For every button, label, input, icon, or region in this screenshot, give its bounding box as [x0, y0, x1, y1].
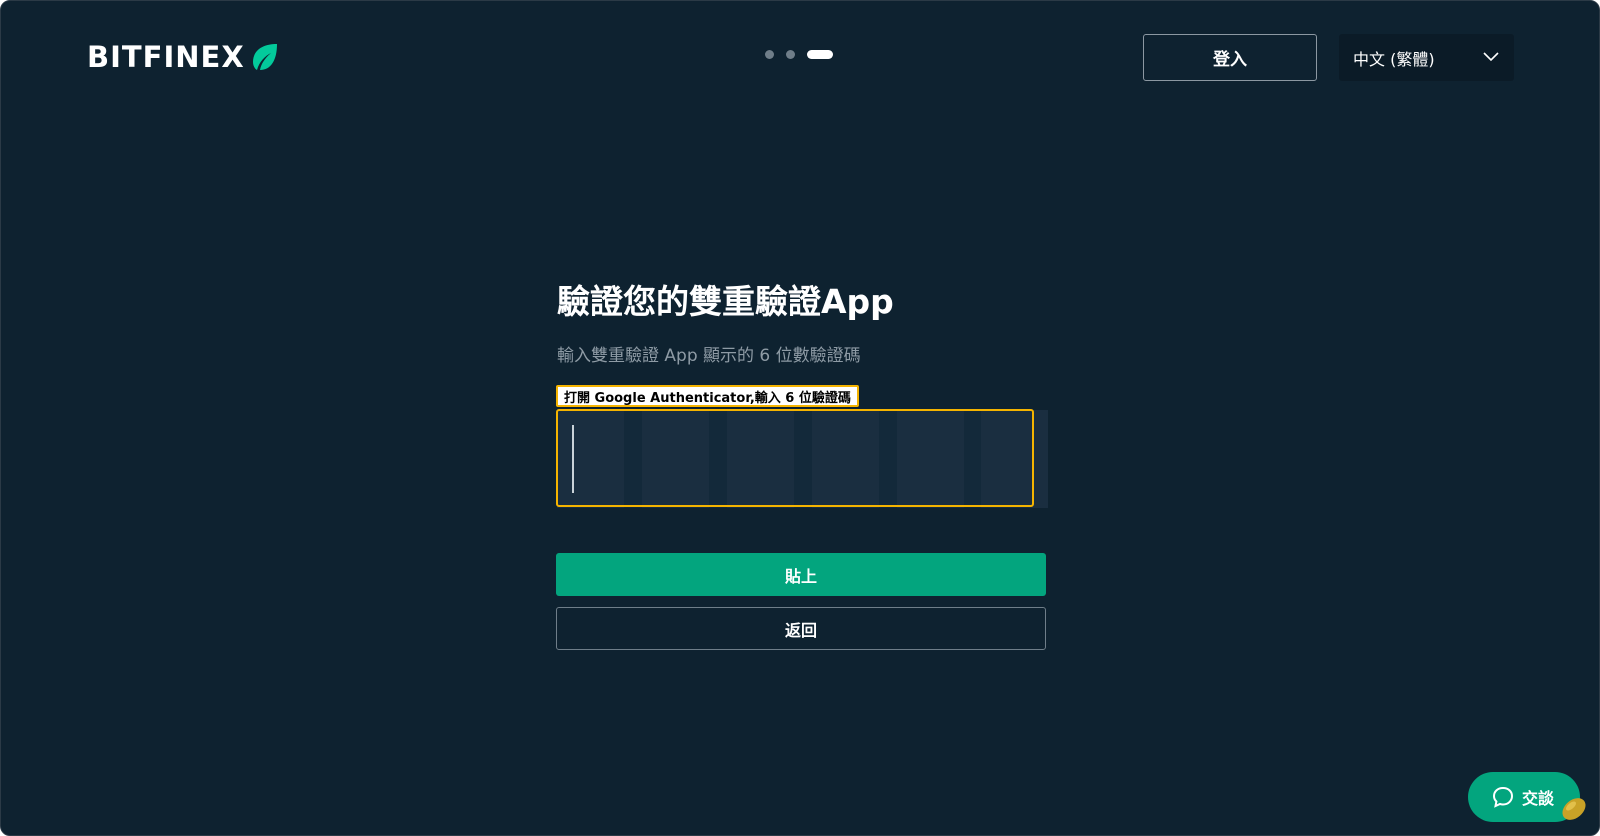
- step-dot-active: [807, 50, 833, 59]
- page-title: 驗證您的雙重驗證App: [557, 282, 894, 321]
- back-button[interactable]: 返回: [556, 607, 1046, 650]
- chevron-down-icon: [1483, 52, 1499, 62]
- language-value: 中文 (繁體): [1353, 49, 1435, 69]
- bitfinex-logo[interactable]: BITFINEX: [87, 39, 279, 75]
- step-dot: [765, 50, 774, 59]
- page-subtitle: 輸入雙重驗證 App 顯示的 6 位數驗證碼: [557, 346, 861, 366]
- language-select[interactable]: 中文 (繁體): [1339, 34, 1514, 81]
- leaf-icon: [252, 44, 277, 70]
- otp-focus-outline: [556, 409, 1034, 507]
- paste-button[interactable]: 貼上: [556, 553, 1046, 596]
- login-button[interactable]: 登入: [1143, 34, 1317, 81]
- app-window: BITFINEX 登入 中文 (繁體) 驗證您的雙重驗證App 輸入雙重驗證 A…: [0, 0, 1600, 836]
- step-indicator: [765, 50, 833, 59]
- text-cursor: [572, 425, 574, 493]
- otp-hint-tooltip: 打開 Google Authenticator,輸入 6 位驗證碼: [556, 385, 859, 407]
- chat-label: 交談: [1522, 789, 1555, 808]
- chat-bubble-icon: [1492, 786, 1514, 808]
- bean-avatar-icon: [1562, 798, 1586, 820]
- logo-text: BITFINEX: [87, 40, 245, 74]
- step-dot: [786, 50, 795, 59]
